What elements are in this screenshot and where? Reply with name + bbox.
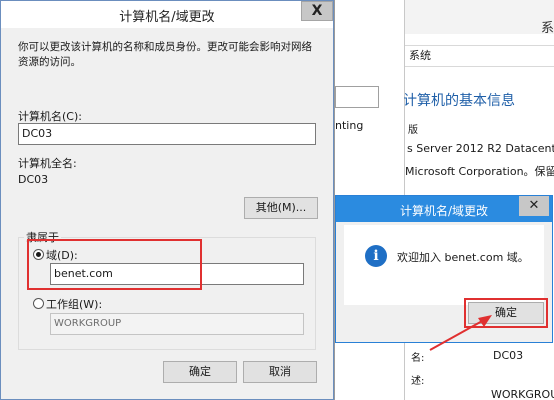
os-edition-text: s Server 2012 R2 Datacenter — [407, 142, 554, 155]
arrow-head — [478, 315, 492, 327]
dialog-titlebar: 计算机名/域更改 X — [1, 1, 333, 28]
computer-name-label: 名: — [411, 353, 425, 364]
domain-highlight-box — [27, 239, 202, 290]
arrow-line — [429, 319, 485, 351]
system-info-heading: 计算机的基本信息 — [403, 93, 515, 109]
copyright-text: Microsoft Corporation。保留所 — [405, 165, 554, 178]
computer-name-value: DC03 — [493, 349, 524, 362]
cancel-button[interactable]: 取消 — [243, 361, 317, 383]
ok-button[interactable]: 确定 — [163, 361, 237, 383]
full-computer-name-label: 计算机全名: — [18, 157, 77, 170]
popup-message: 欢迎加入 benet.com 域。 — [397, 251, 529, 264]
computer-name-label: 计算机名(C): — [18, 110, 82, 123]
workgroup-value: WORKGROUP — [491, 388, 554, 400]
more-button[interactable]: 其他(M)... — [244, 197, 318, 219]
description-input[interactable] — [335, 86, 379, 108]
properties-text: nting — [335, 119, 364, 132]
breadcrumb[interactable]: 系统 — [405, 45, 554, 67]
workgroup-label[interactable]: 工作组(W): — [46, 296, 102, 312]
dialog-description: 你可以更改该计算机的名称和成员身份。更改可能会影响对网络资源的访问。 — [18, 41, 312, 68]
computer-name-input[interactable]: DC03 — [18, 123, 316, 145]
dialog-title: 计算机名/域更改 — [119, 10, 215, 25]
popup-titlebar: 计算机名/域更改 ✕ — [336, 196, 552, 222]
annotation-arrow — [429, 315, 492, 351]
edition-section-label: 版 — [408, 125, 418, 136]
system-window-title: 系 — [541, 21, 554, 36]
info-icon: i — [365, 245, 387, 267]
system-window-titlebar: 系 — [405, 0, 554, 36]
description-label: 述: — [411, 376, 425, 387]
popup-close-button[interactable]: ✕ — [519, 196, 549, 216]
workgroup-input[interactable]: WORKGROUP — [50, 313, 304, 335]
workgroup-radio[interactable] — [33, 298, 44, 309]
dialog-close-button[interactable]: X — [301, 1, 333, 21]
full-computer-name-value: DC03 — [18, 173, 49, 186]
